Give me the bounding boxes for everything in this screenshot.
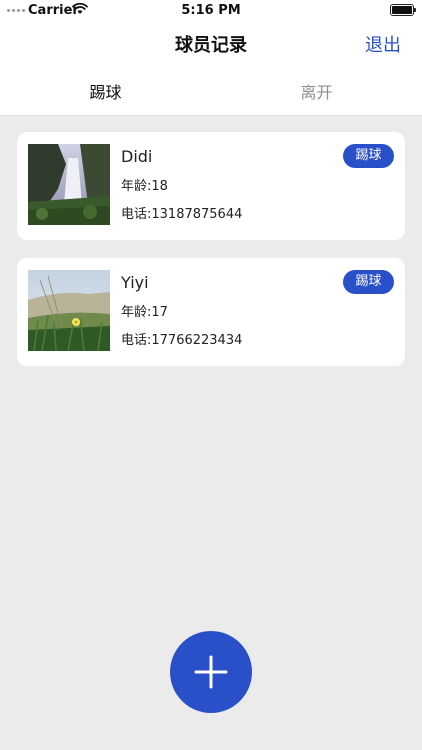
page-title: 球员记录 bbox=[175, 35, 247, 56]
status-bar: Carrier 5:16 PM bbox=[0, 0, 422, 22]
header: Carrier 5:16 PM 球员记录 退出 踢球 离开 bbox=[0, 0, 422, 116]
logout-button[interactable]: 退出 bbox=[365, 31, 401, 57]
battery-icon bbox=[390, 4, 416, 16]
dune-flower-photo bbox=[28, 270, 110, 351]
player-name: Yiyi bbox=[121, 273, 149, 292]
player-phone: 电话:13187875644 bbox=[121, 207, 243, 222]
clock: 5:16 PM bbox=[181, 3, 241, 18]
add-player-button[interactable] bbox=[170, 631, 252, 713]
status-badge[interactable]: 踢球 bbox=[343, 144, 394, 168]
tab-left[interactable]: 离开 bbox=[211, 79, 422, 103]
plus-icon bbox=[194, 655, 228, 689]
tab-playing[interactable]: 踢球 bbox=[0, 79, 211, 103]
player-phone: 电话:17766223434 bbox=[121, 333, 243, 348]
player-card[interactable]: Yiyi 年龄:17 电话:17766223434 踢球 bbox=[17, 258, 405, 366]
player-age: 年龄:17 bbox=[121, 305, 168, 320]
status-badge[interactable]: 踢球 bbox=[343, 270, 394, 294]
player-name: Didi bbox=[121, 147, 153, 166]
waterfall-photo bbox=[28, 144, 110, 225]
player-age: 年龄:18 bbox=[121, 179, 168, 194]
player-card[interactable]: Didi 年龄:18 电话:13187875644 踢球 bbox=[17, 132, 405, 240]
